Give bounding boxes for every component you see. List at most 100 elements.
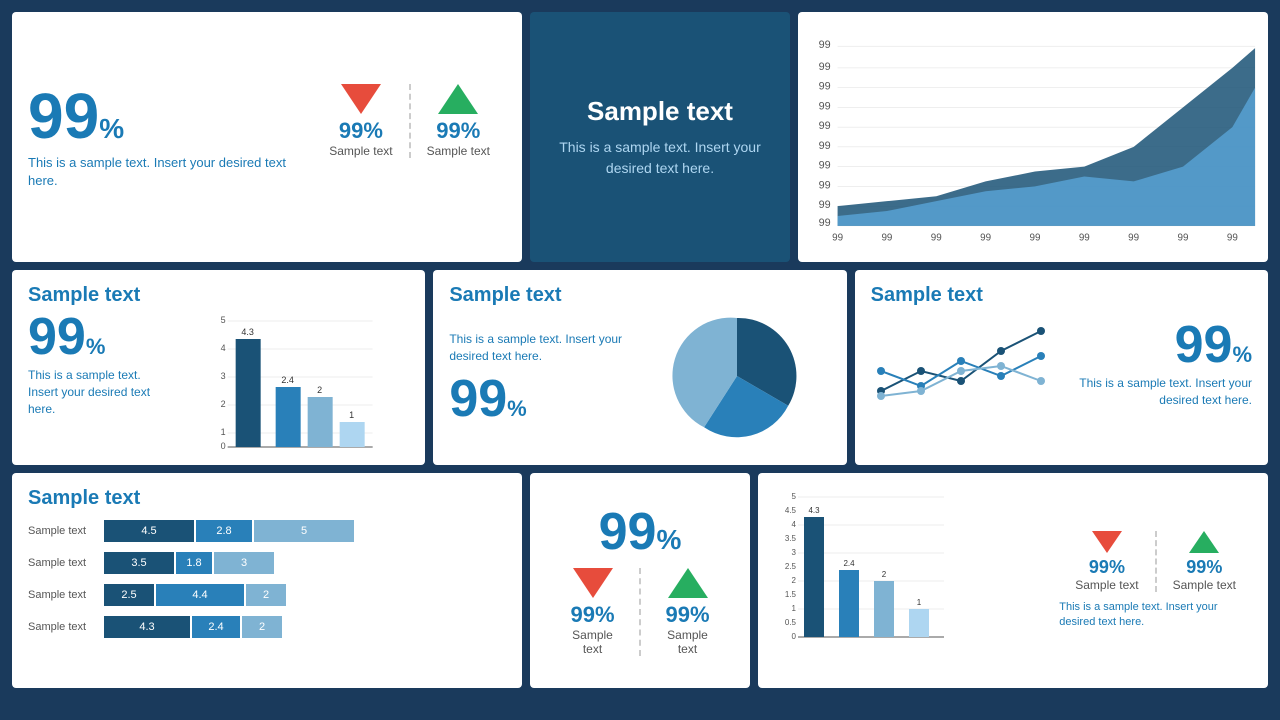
svg-text:0.5: 0.5 — [785, 618, 797, 627]
stacked-label-4: Sample text — [28, 621, 98, 633]
bar-chart-r3c3: 5 4.5 4 3.5 3 2.5 2 1.5 1 0.5 0 — [774, 487, 954, 667]
arrow-up-icon-r3 — [668, 568, 708, 598]
r3c2-arrow-up: 99% Sample text — [641, 568, 734, 656]
svg-text:4: 4 — [221, 343, 226, 353]
r3c3-arrowlbl-2: Sample text — [1173, 578, 1236, 592]
svg-text:2: 2 — [317, 385, 322, 395]
stacked-label-3: Sample text — [28, 589, 98, 601]
card2-title: Sample text — [587, 96, 733, 127]
svg-text:3: 3 — [221, 371, 226, 381]
svg-text:2: 2 — [221, 399, 226, 409]
arrow-down-icon-1 — [341, 84, 381, 114]
row3: Sample text Sample text 4.5 2.8 5 Sample… — [12, 473, 1268, 688]
svg-text:99: 99 — [819, 160, 831, 172]
svg-text:2: 2 — [792, 576, 797, 585]
svg-text:1: 1 — [792, 604, 797, 613]
arrow-down-block-1: 99% Sample text — [313, 84, 410, 158]
svg-text:1: 1 — [917, 598, 922, 607]
r2c1-desc: This is a sample text. Insert your desir… — [28, 367, 168, 417]
r2c2-bignum: 99 — [449, 373, 507, 425]
card-r2-3: Sample text — [855, 270, 1268, 465]
stacked-row-4: Sample text 4.3 2.4 2 — [28, 616, 506, 638]
stacked-seg-light-1: 5 — [254, 520, 354, 542]
svg-text:99: 99 — [1128, 233, 1139, 244]
arrow-label-2: Sample text — [427, 144, 490, 158]
r2c3-title: Sample text — [871, 284, 1252, 307]
r2c1-bignum: 99 — [28, 311, 86, 363]
stacked-seg-dark-3: 2.5 — [104, 584, 154, 606]
r3c3-arrow-down: 99% Sample text — [1059, 531, 1156, 592]
r3c3-desc: This is a sample text. Insert your desir… — [1059, 600, 1219, 631]
svg-text:1: 1 — [221, 427, 226, 437]
row2: Sample text 99 % This is a sample text. … — [12, 270, 1268, 465]
stacked-seg-light-3: 2 — [246, 584, 286, 606]
stacked-seg-dark-4: 4.3 — [104, 616, 190, 638]
svg-text:99: 99 — [881, 233, 892, 244]
arrow-down-icon-r3 — [573, 568, 613, 598]
stacked-label-2: Sample text — [28, 557, 98, 569]
row1: 99 % This is a sample text. Insert your … — [12, 12, 1268, 262]
svg-text:2: 2 — [882, 570, 887, 579]
svg-text:0: 0 — [221, 441, 226, 451]
svg-text:99: 99 — [1079, 233, 1090, 244]
r3c2-bigpct: % — [656, 524, 681, 556]
stacked-seg-dark-2: 3.5 — [104, 552, 174, 574]
r2c3-bigpct: % — [1232, 342, 1252, 368]
bar-chart-r2c1: 5 4 3 2 1 0 — [176, 311, 409, 451]
svg-text:4.3: 4.3 — [808, 506, 820, 515]
stacked-row-2: Sample text 3.5 1.8 3 — [28, 552, 506, 574]
svg-text:99: 99 — [1178, 233, 1189, 244]
r3c3-arrowpct-1: 99% — [1089, 557, 1125, 578]
r3c2-arrowlbl-2: Sample text — [657, 628, 718, 656]
svg-text:99: 99 — [931, 233, 942, 244]
arrow-down-icon-r3c3 — [1092, 531, 1122, 553]
r2c1-title: Sample text — [28, 284, 409, 307]
svg-text:99: 99 — [819, 140, 831, 152]
r2c2-title: Sample text — [449, 284, 830, 307]
card1-top-left: 99 % This is a sample text. Insert your … — [12, 12, 522, 262]
stacked-seg-mid-1: 2.8 — [196, 520, 252, 542]
svg-text:4.3: 4.3 — [241, 327, 254, 337]
mini-line-chart — [871, 311, 1051, 411]
svg-text:99: 99 — [819, 81, 831, 93]
big-percent-1: % — [99, 113, 124, 145]
r3c3-arrowpct-2: 99% — [1186, 557, 1222, 578]
arrow-percent-2: 99% — [436, 118, 480, 144]
svg-text:2.4: 2.4 — [281, 375, 294, 385]
arrow-percent-1: 99% — [339, 118, 383, 144]
svg-text:99: 99 — [819, 120, 831, 132]
svg-text:99: 99 — [819, 217, 831, 229]
stacked-row-3: Sample text 2.5 4.4 2 — [28, 584, 506, 606]
svg-text:99: 99 — [819, 39, 831, 51]
card3-top-right: 99 99 99 99 99 99 99 99 99 99 — [798, 12, 1268, 262]
svg-text:5: 5 — [221, 315, 226, 325]
svg-text:99: 99 — [1029, 233, 1040, 244]
r2c1-bigpct: % — [86, 334, 106, 360]
svg-text:99: 99 — [819, 179, 831, 191]
r3c2-bignum: 99 — [599, 506, 657, 558]
svg-text:3: 3 — [792, 548, 797, 557]
area-chart: 99 99 99 99 99 99 99 99 99 99 — [806, 20, 1260, 254]
arrow-label-1: Sample text — [329, 144, 392, 158]
svg-text:2.5: 2.5 — [785, 562, 797, 571]
arrow-up-icon-r3c3 — [1189, 531, 1219, 553]
stacked-seg-light-4: 2 — [242, 616, 282, 638]
dashboard: 99 % This is a sample text. Insert your … — [12, 12, 1268, 708]
r2c2-desc: This is a sample text. Insert your desir… — [449, 331, 636, 365]
stacked-label-1: Sample text — [28, 525, 98, 537]
svg-text:99: 99 — [980, 233, 991, 244]
r3c1-title: Sample text — [28, 487, 506, 510]
desc-1: This is a sample text. Insert your desir… — [28, 154, 313, 190]
big-number-1: 99 — [28, 84, 99, 148]
r3c3-arrowlbl-1: Sample text — [1075, 578, 1138, 592]
arrow-up-icon-1 — [438, 84, 478, 114]
svg-text:1: 1 — [349, 410, 354, 420]
card-r2-2: Sample text This is a sample text. Inser… — [433, 270, 846, 465]
svg-text:99: 99 — [819, 61, 831, 73]
svg-text:3.5: 3.5 — [785, 534, 797, 543]
stacked-row-1: Sample text 4.5 2.8 5 — [28, 520, 506, 542]
card-r3-1: Sample text Sample text 4.5 2.8 5 Sample… — [12, 473, 522, 688]
svg-text:5: 5 — [792, 492, 797, 501]
r2c3-bignum: 99 — [1175, 319, 1233, 371]
card-r3-3: 5 4.5 4 3.5 3 2.5 2 1.5 1 0.5 0 — [758, 473, 1268, 688]
